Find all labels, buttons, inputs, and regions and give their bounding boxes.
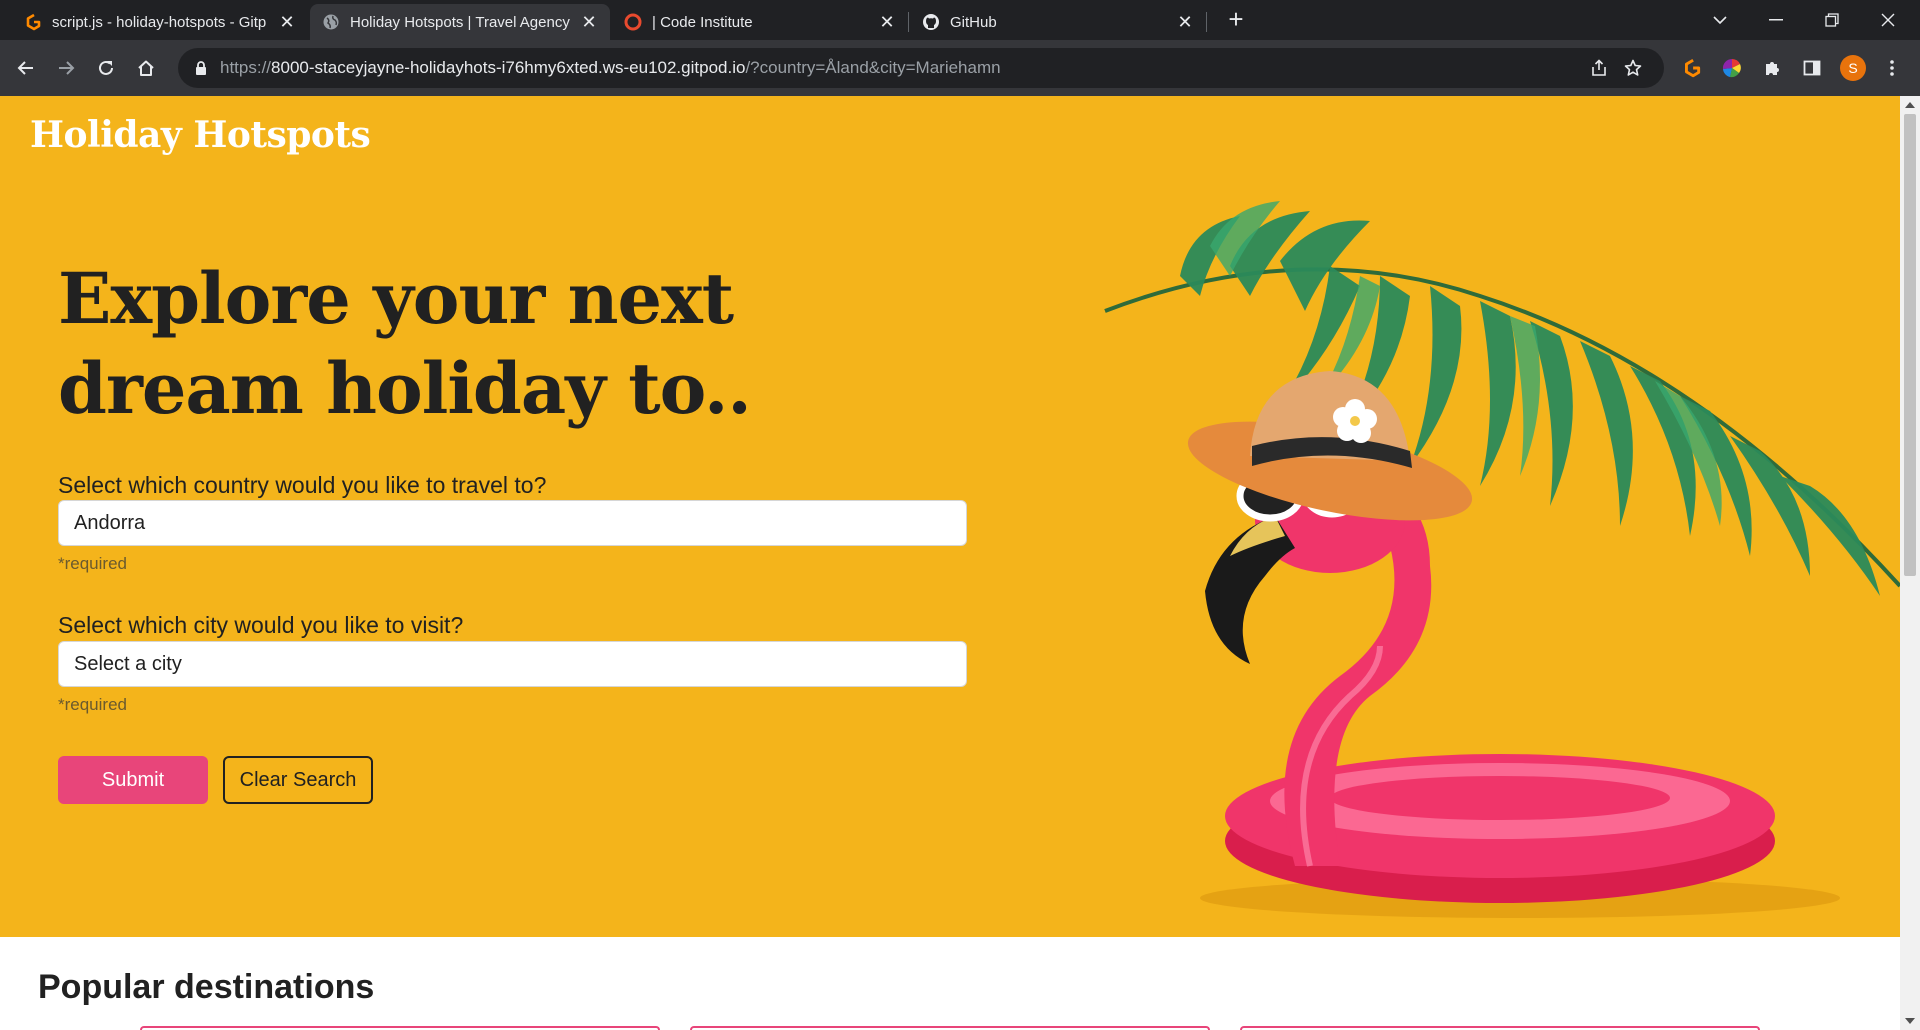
country-select[interactable]: Andorra (58, 500, 967, 546)
side-panel-icon[interactable] (1800, 56, 1824, 80)
scroll-up-icon[interactable] (1905, 102, 1915, 108)
submit-button[interactable]: Submit (58, 756, 208, 804)
city-label: Select which city would you like to visi… (58, 612, 464, 638)
tab-title: | Code Institute (652, 13, 753, 31)
globe-icon (322, 13, 340, 31)
hero-section: Holiday Hotspots Explore your next dream… (0, 96, 1900, 937)
github-icon (922, 13, 940, 31)
restore-icon[interactable] (1804, 0, 1860, 40)
new-tab-button[interactable]: + (1222, 6, 1250, 34)
page-scrollbar[interactable] (1900, 96, 1920, 1030)
gitpod-icon (24, 13, 42, 31)
lock-icon[interactable] (192, 59, 210, 77)
browser-toolbar: https://8000-staceyjayne-holidayhots-i76… (0, 40, 1920, 96)
tab-title: GitHub (950, 13, 997, 31)
url-host: 8000-staceyjayne-holidayhots-i76hmy6xted… (271, 58, 746, 77)
city-required-note: *required (58, 695, 127, 714)
url-text: https://8000-staceyjayne-holidayhots-i76… (220, 58, 1001, 78)
destination-card[interactable] (690, 1026, 1210, 1030)
scrollbar-thumb[interactable] (1904, 114, 1916, 576)
popular-destinations-title: Popular destinations (38, 968, 375, 1006)
tab-title: script.js - holiday-hotspots - Gitp (52, 13, 267, 31)
forward-icon[interactable] (52, 54, 80, 82)
site-logo[interactable]: Holiday Hotspots (30, 114, 371, 156)
address-bar[interactable]: https://8000-staceyjayne-holidayhots-i76… (178, 48, 1664, 88)
extensions-puzzle-icon[interactable] (1760, 56, 1784, 80)
close-tab-icon[interactable]: ✕ (580, 12, 598, 33)
url-path: /?country=Åland&city=Mariehamn (745, 58, 1001, 77)
gitpod-extension-icon[interactable] (1680, 56, 1704, 80)
reload-icon[interactable] (92, 54, 120, 82)
back-icon[interactable] (12, 54, 40, 82)
share-icon[interactable] (1590, 59, 1608, 77)
flamingo-hero-image (1104, 201, 1900, 918)
close-tab-icon[interactable]: ✕ (278, 12, 296, 33)
tab-github[interactable]: GitHub ✕ (910, 4, 1206, 40)
page-viewport: Holiday Hotspots Explore your next dream… (0, 96, 1900, 1030)
destination-card[interactable] (140, 1026, 660, 1030)
home-icon[interactable] (132, 54, 160, 82)
browser-menu-icon[interactable] (1880, 56, 1904, 80)
country-label: Select which country would you like to t… (58, 472, 547, 498)
close-tab-icon[interactable]: ✕ (878, 12, 896, 33)
code-institute-icon (624, 13, 642, 31)
scroll-down-icon[interactable] (1905, 1018, 1915, 1024)
url-scheme: https:// (220, 58, 272, 77)
country-required-note: *required (58, 554, 127, 573)
tab-separator (1206, 12, 1207, 32)
tab-holiday-hotspots[interactable]: Holiday Hotspots | Travel Agency ✕ (310, 4, 610, 40)
hero-headline: Explore your next dream holiday to.. (58, 257, 752, 430)
tab-gitpod[interactable]: script.js - holiday-hotspots - Gitp ✕ (12, 4, 308, 40)
profile-avatar[interactable]: S (1840, 55, 1866, 81)
tab-title: Holiday Hotspots | Travel Agency (350, 13, 570, 31)
close-tab-icon[interactable]: ✕ (1176, 12, 1194, 33)
color-picker-extension-icon[interactable] (1720, 56, 1744, 80)
clear-search-button[interactable]: Clear Search (223, 756, 373, 804)
tab-bar: script.js - holiday-hotspots - Gitp ✕ Ho… (0, 0, 1920, 40)
destination-card[interactable] (1240, 1026, 1760, 1030)
bookmark-star-icon[interactable] (1624, 59, 1642, 77)
tab-separator (908, 12, 909, 32)
city-select[interactable]: Select a city (58, 641, 967, 687)
close-window-icon[interactable] (1860, 0, 1916, 40)
tab-code-institute[interactable]: | Code Institute ✕ (612, 4, 908, 40)
tab-search-icon[interactable] (1692, 0, 1748, 40)
minimize-icon[interactable] (1748, 0, 1804, 40)
